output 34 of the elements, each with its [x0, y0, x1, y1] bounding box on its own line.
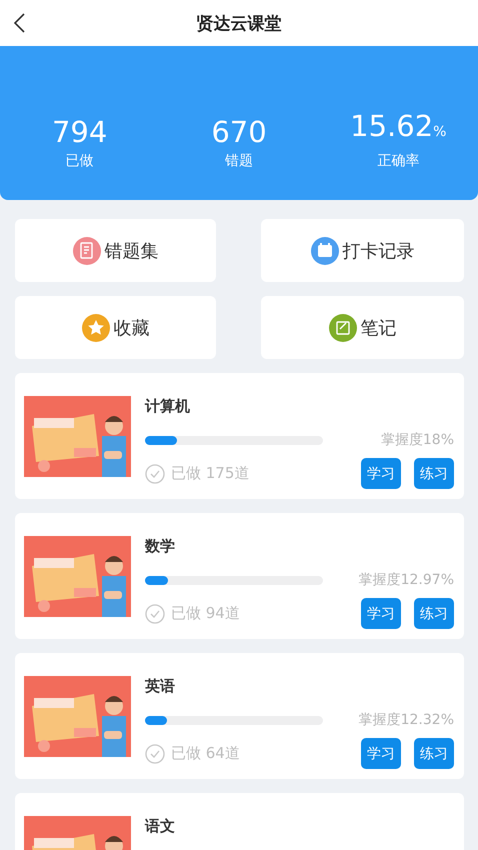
- stat-value: 794: [52, 114, 108, 150]
- shortcut-button[interactable]: 收藏: [15, 296, 216, 359]
- course-title: 语文: [145, 816, 176, 836]
- stat-label: 正确率: [377, 152, 420, 170]
- course-card[interactable]: 数学 掌握度12.97% 已做 94道 学习 练习: [15, 513, 464, 639]
- course-title: 英语: [145, 676, 176, 696]
- course-card[interactable]: 语文: [15, 793, 464, 850]
- done-count: 已做 64道: [171, 744, 240, 763]
- stat-value: 670: [211, 114, 267, 150]
- course-button[interactable]: 学习: [361, 598, 401, 629]
- course-button[interactable]: 练习: [414, 598, 454, 629]
- course-card[interactable]: 英语 掌握度12.32% 已做 64道 学习 练习: [15, 653, 464, 779]
- page-title: 贤达云课堂: [196, 12, 282, 34]
- stat-value: 15.62%: [350, 108, 446, 145]
- done-count: 已做 94道: [171, 604, 240, 623]
- course-button[interactable]: 练习: [414, 738, 454, 769]
- course-button[interactable]: 学习: [361, 738, 401, 769]
- course-title: 数学: [145, 536, 176, 556]
- course-button[interactable]: 练习: [414, 458, 454, 489]
- mastery-text: 掌握度18%: [380, 431, 454, 449]
- mastery-text: 掌握度12.97%: [358, 571, 454, 589]
- course-card[interactable]: 计算机 掌握度18% 已做 175道 学习 练习: [15, 373, 464, 499]
- check-circle-icon: [145, 744, 165, 764]
- mastery-text: 掌握度12.32%: [358, 711, 454, 729]
- check-circle-icon: [145, 464, 165, 484]
- shortcut-button[interactable]: 打卡记录: [261, 219, 464, 282]
- stat-label: 错题: [224, 152, 253, 170]
- course-title: 计算机: [145, 396, 191, 416]
- course-button[interactable]: 学习: [361, 458, 401, 489]
- shortcut-button[interactable]: 笔记: [261, 296, 464, 359]
- done-count: 已做 175道: [171, 464, 250, 483]
- shortcut-button[interactable]: 错题集: [15, 219, 216, 282]
- check-circle-icon: [145, 604, 165, 624]
- stat-label: 已做: [66, 152, 94, 170]
